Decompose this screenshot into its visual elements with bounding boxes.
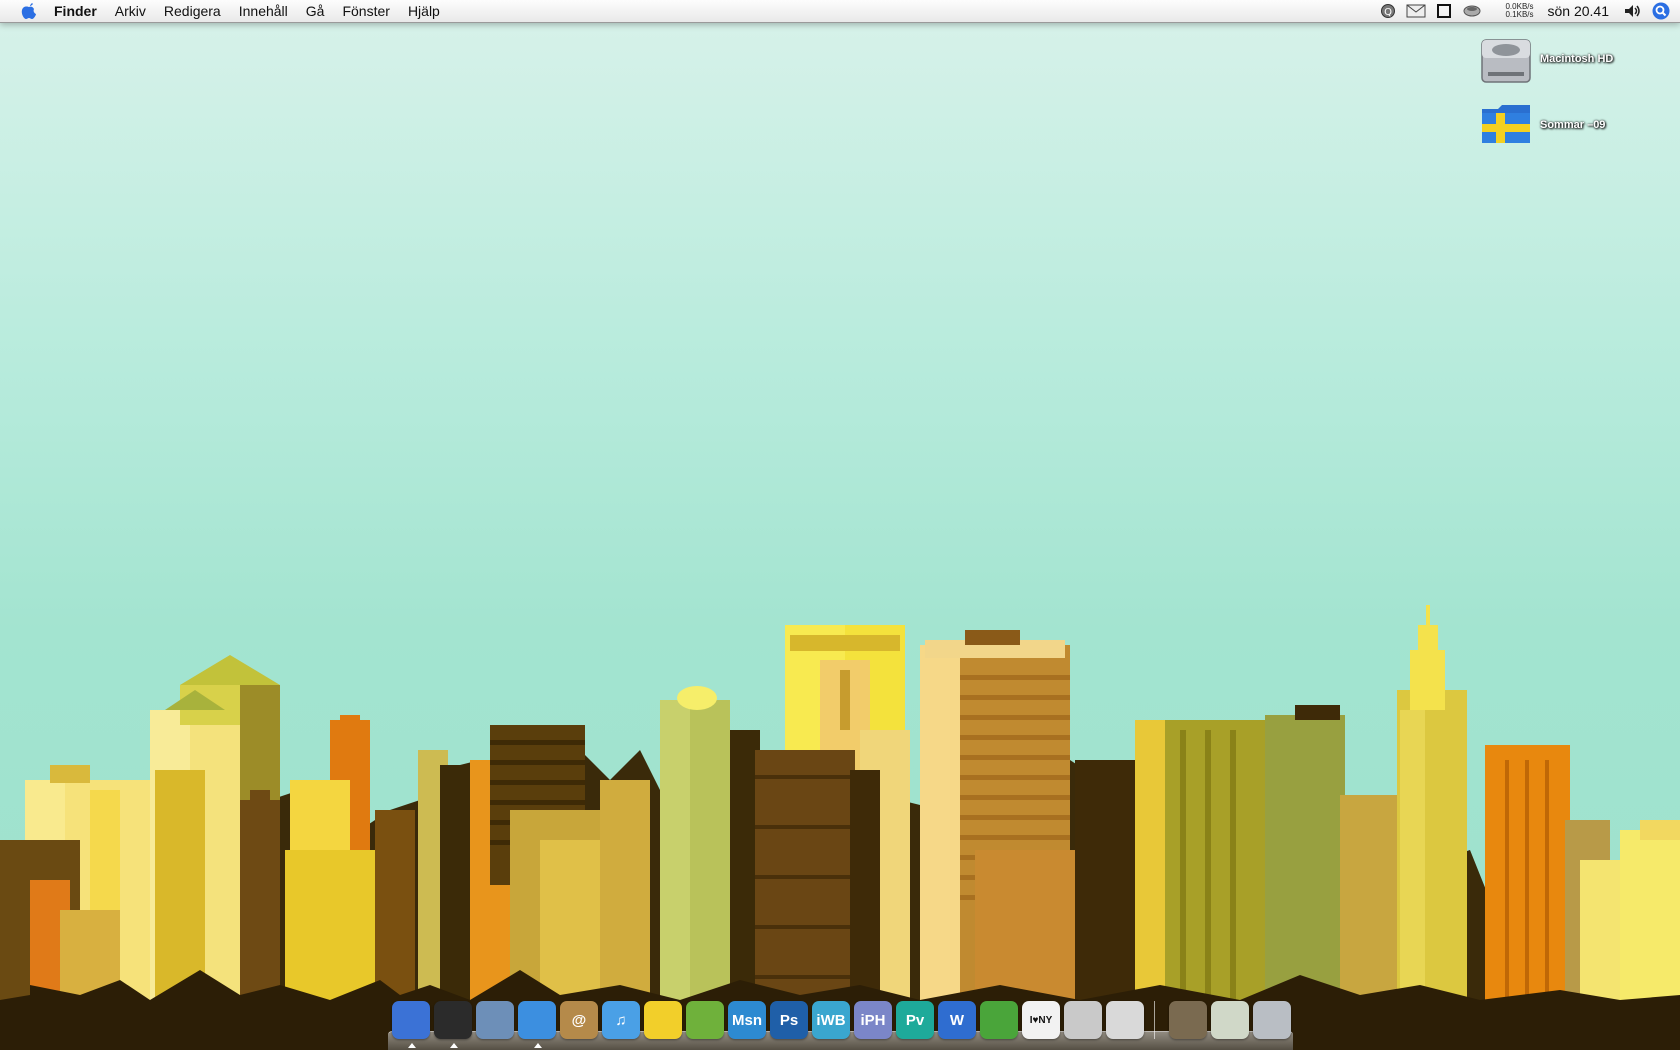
dock-writer-icon[interactable]: W <box>938 1001 976 1039</box>
app-menus: Finder Arkiv Redigera Innehåll Gå Fönste… <box>42 0 449 22</box>
folder-sweden-icon <box>1482 105 1530 143</box>
dock-iloveny-icon[interactable]: I♥NY <box>1022 1001 1060 1039</box>
dock-spotify-icon[interactable] <box>686 1001 724 1039</box>
dock-separator[interactable] <box>1154 1001 1155 1039</box>
dock: @ ♫ Msn Ps iWB iPH Pv W I♥NY <box>388 997 1293 1050</box>
desktop-icon-label: Sommar –09 <box>1540 119 1606 131</box>
dock-limewire-icon[interactable] <box>980 1001 1018 1039</box>
menu-fonster[interactable]: Fönster <box>333 0 398 22</box>
dock-item-label: @ <box>571 1011 587 1029</box>
dock-safari-icon[interactable] <box>518 1001 556 1048</box>
dock-broadcast-icon[interactable] <box>1169 1001 1207 1039</box>
svg-text:Q: Q <box>1384 7 1392 18</box>
city-skyline-wallpaper <box>0 605 1680 1050</box>
dock-items: @ ♫ Msn Ps iWB iPH Pv W I♥NY <box>392 1001 1295 1048</box>
dock-address-book-icon[interactable]: @ <box>560 1001 598 1039</box>
menu-extras: Q 0.0KB/s 0.1KB/s sön 20.41 <box>1374 0 1680 22</box>
desktop-icon-macintosh-hd[interactable]: Macintosh HD <box>1480 32 1613 86</box>
desktop-icon-sommar-09[interactable]: Sommar –09 <box>1480 103 1605 147</box>
hard-drive-icon <box>1481 39 1531 83</box>
running-indicator <box>534 1043 542 1048</box>
dock-item-label: W <box>949 1011 965 1029</box>
dock-mail-icon[interactable] <box>476 1001 514 1039</box>
q-icon[interactable]: Q <box>1377 0 1399 22</box>
dock-item-label: iPH <box>860 1011 886 1029</box>
dock-apple-app-icon[interactable] <box>1106 1001 1144 1039</box>
dock-msn-icon[interactable]: Msn <box>728 1001 766 1039</box>
menu-hjalp[interactable]: Hjälp <box>399 0 449 22</box>
menu-finder[interactable]: Finder <box>42 0 106 22</box>
net-up: 0.1KB/s <box>1505 10 1534 19</box>
volume-icon[interactable] <box>1622 0 1644 22</box>
running-indicator <box>408 1043 416 1048</box>
menu-ga[interactable]: Gå <box>297 0 334 22</box>
dock-item-label: I♥NY <box>1029 1014 1053 1026</box>
dock-item-label: Pv <box>905 1011 925 1029</box>
dock-downloads-icon[interactable] <box>1211 1001 1249 1039</box>
running-indicator <box>450 1043 458 1048</box>
menu-redigera[interactable]: Redigera <box>155 0 230 22</box>
dock-trash-icon[interactable] <box>1253 1001 1291 1039</box>
apple-menu[interactable] <box>16 0 42 22</box>
dock-system-preferences-icon[interactable] <box>1064 1001 1102 1039</box>
menu-innehall[interactable]: Innehåll <box>230 0 297 22</box>
clock[interactable]: sön 20.41 <box>1548 3 1610 19</box>
menu-bar: Finder Arkiv Redigera Innehåll Gå Fönste… <box>0 0 1680 23</box>
desktop-icon-label: Macintosh HD <box>1540 53 1614 65</box>
spotlight-icon[interactable] <box>1650 0 1672 22</box>
desktop-background: Macintosh HD Sommar –09 <box>0 0 1680 1050</box>
menu-arkiv[interactable]: Arkiv <box>106 0 155 22</box>
dock-iphoto-icon[interactable]: iPH <box>854 1001 892 1039</box>
dock-dashboard-icon[interactable] <box>434 1001 472 1048</box>
dock-item-label: ♫ <box>615 1011 627 1029</box>
dock-iweb-icon[interactable]: iWB <box>812 1001 850 1039</box>
apple-icon <box>21 3 36 19</box>
network-speed: 0.0KB/s 0.1KB/s <box>1494 3 1534 19</box>
dock-item-label: Ps <box>779 1011 799 1029</box>
dock-preview-icon[interactable]: Pv <box>896 1001 934 1039</box>
window-icon[interactable] <box>1433 0 1455 22</box>
cup-icon[interactable] <box>1461 0 1483 22</box>
dock-item-label: Msn <box>732 1011 762 1029</box>
dock-itunes-icon[interactable]: ♫ <box>602 1001 640 1039</box>
dock-photoshop-icon[interactable]: Ps <box>770 1001 808 1039</box>
dock-item-label: iWB <box>816 1011 846 1029</box>
dock-cyberduck-icon[interactable] <box>644 1001 682 1039</box>
dock-finder-icon[interactable] <box>392 1001 430 1048</box>
mail-icon[interactable] <box>1405 0 1427 22</box>
